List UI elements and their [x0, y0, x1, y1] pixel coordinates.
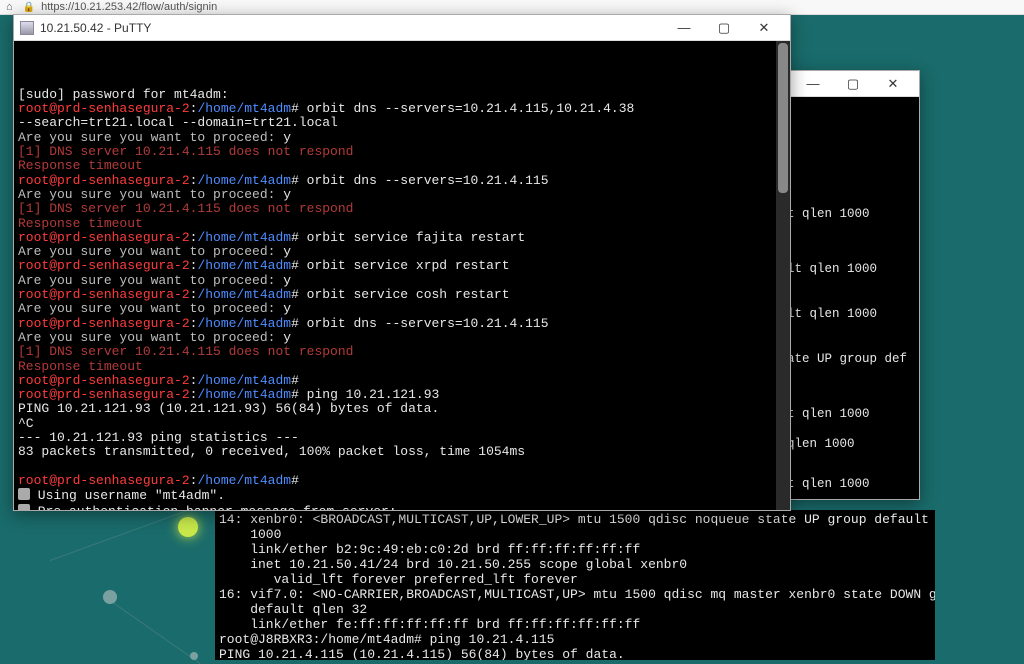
- minimize-button[interactable]: —: [793, 72, 833, 96]
- terminal-line: PING 10.21.4.115 (10.21.4.115) 56(84) by…: [219, 647, 931, 660]
- terminal-line: ^C: [18, 417, 786, 431]
- close-button[interactable]: ✕: [873, 72, 913, 96]
- bg-dot: [190, 652, 198, 660]
- terminal-line: t qlen 1000: [787, 477, 870, 491]
- terminal-line: root@prd-senhasegura-2:/home/mt4adm# orb…: [18, 174, 786, 188]
- terminal-line: root@prd-senhasegura-2:/home/mt4adm# orb…: [18, 288, 786, 302]
- terminal-line: root@prd-senhasegura-2:/home/mt4adm#: [18, 474, 786, 488]
- maximize-button[interactable]: ▢: [833, 72, 873, 96]
- terminal-line: --search=trt21.local --domain=trt21.loca…: [18, 116, 786, 130]
- terminal-line: PING 10.21.121.93 (10.21.121.93) 56(84) …: [18, 402, 786, 416]
- terminal-line: Are you sure you want to proceed: y: [18, 188, 786, 202]
- maximize-button[interactable]: ▢: [704, 16, 744, 40]
- terminal-line: Using username "mt4adm".: [18, 488, 786, 503]
- terminal-output: 14: xenbr0: <BROADCAST,MULTICAST,UP,LOWE…: [215, 510, 935, 660]
- terminal-line: root@prd-senhasegura-2:/home/mt4adm#: [18, 374, 786, 388]
- terminal-line: Response timeout: [18, 360, 786, 374]
- titlebar[interactable]: 10.21.50.42 - PuTTY — ▢ ✕: [14, 15, 790, 41]
- terminal-line: 83 packets transmitted, 0 received, 100%…: [18, 445, 786, 459]
- terminal-line: lt qlen 1000: [787, 307, 877, 321]
- terminal-line: Response timeout: [18, 217, 786, 231]
- terminal-line: link/ether b2:9c:49:eb:c0:2d brd ff:ff:f…: [219, 542, 931, 557]
- terminal-line: lt qlen 1000: [787, 262, 877, 276]
- terminal-line: Response timeout: [18, 159, 786, 173]
- putty-icon: [20, 21, 34, 35]
- terminal-line: Are you sure you want to proceed: y: [18, 245, 786, 259]
- terminal-line: 1000: [219, 527, 931, 542]
- terminal-line: root@prd-senhasegura-2:/home/mt4adm# orb…: [18, 317, 786, 331]
- terminal-line: root@prd-senhasegura-2:/home/mt4adm# orb…: [18, 259, 786, 273]
- terminal-line: root@prd-senhasegura-2:/home/mt4adm# orb…: [18, 231, 786, 245]
- scrollbar-thumb[interactable]: [778, 43, 788, 193]
- terminal-line: ate UP group def: [787, 352, 907, 366]
- scrollbar[interactable]: [776, 41, 790, 510]
- lock-icon: 🔒: [23, 2, 35, 13]
- terminal-line: Are you sure you want to proceed: y: [18, 274, 786, 288]
- terminal-output[interactable]: [sudo] password for mt4adm:root@prd-senh…: [14, 41, 790, 510]
- terminal-line: [1] DNS server 10.21.4.115 does not resp…: [18, 345, 786, 359]
- terminal-line: [1] DNS server 10.21.4.115 does not resp…: [18, 202, 786, 216]
- terminal-line: Are you sure you want to proceed: y: [18, 331, 786, 345]
- terminal-line: t qlen 1000: [787, 207, 870, 221]
- login-banner-icon: [18, 488, 30, 500]
- terminal-line: [18, 460, 786, 474]
- terminal-line: inet 10.21.50.41/24 brd 10.21.50.255 sco…: [219, 557, 931, 572]
- terminal-line: qlen 1000: [787, 437, 855, 451]
- terminal-line: valid_lft forever preferred_lft forever: [219, 572, 931, 587]
- login-banner-icon: [18, 504, 30, 511]
- terminal-line: Pre-authentication banner message from s…: [18, 504, 786, 511]
- titlebar[interactable]: — ▢ ✕: [781, 71, 919, 97]
- terminal-line: default qlen 32: [219, 602, 931, 617]
- bg-line: [110, 600, 201, 664]
- bg-dot: [103, 590, 117, 604]
- terminal-line: link/ether fe:ff:ff:ff:ff:ff brd ff:ff:f…: [219, 617, 931, 632]
- terminal-line: Are you sure you want to proceed: y: [18, 302, 786, 316]
- window-title: 10.21.50.42 - PuTTY: [40, 21, 151, 35]
- terminal-line: t qlen 1000: [787, 407, 870, 421]
- bg-dot: [178, 517, 198, 537]
- terminal-line: 16: vif7.0: <NO-CARRIER,BROADCAST,MULTIC…: [219, 587, 931, 602]
- terminal-line: [sudo] password for mt4adm:: [18, 88, 786, 102]
- terminal-line: root@prd-senhasegura-2:/home/mt4adm# pin…: [18, 388, 786, 402]
- putty-window: 10.21.50.42 - PuTTY — ▢ ✕ [sudo] passwor…: [13, 14, 791, 511]
- home-icon[interactable]: ⌂: [6, 1, 13, 13]
- browser-url[interactable]: https://10.21.253.42/flow/auth/signin: [41, 1, 217, 13]
- middle-terminal-window: 14: xenbr0: <BROADCAST,MULTICAST,UP,LOWE…: [215, 510, 935, 660]
- background-terminal-window: — ▢ ✕ t qlen 1000 lt qlen 1000 lt qlen 100…: [780, 70, 920, 500]
- terminal-line: --- 10.21.121.93 ping statistics ---: [18, 431, 786, 445]
- minimize-button[interactable]: —: [664, 16, 704, 40]
- terminal-output: t qlen 1000 lt qlen 1000 lt qlen 1000 ate U…: [781, 97, 919, 499]
- close-button[interactable]: ✕: [744, 16, 784, 40]
- terminal-line: root@prd-senhasegura-2:/home/mt4adm# orb…: [18, 102, 786, 116]
- terminal-line: [1] DNS server 10.21.4.115 does not resp…: [18, 145, 786, 159]
- terminal-line: Are you sure you want to proceed: y: [18, 131, 786, 145]
- browser-address-bar: ⌂ 🔒 https://10.21.253.42/flow/auth/signi…: [0, 0, 1024, 15]
- terminal-line: root@J8RBXR3:/home/mt4adm# ping 10.21.4.…: [219, 632, 931, 647]
- terminal-line: 14: xenbr0: <BROADCAST,MULTICAST,UP,LOWE…: [219, 512, 931, 527]
